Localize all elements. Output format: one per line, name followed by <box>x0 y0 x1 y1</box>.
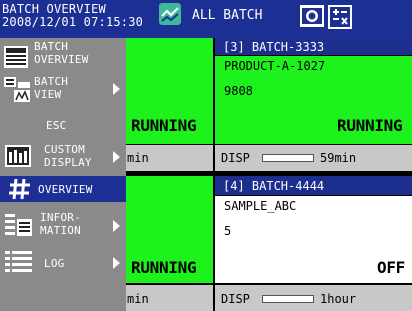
disp-value: 1hour <box>320 292 357 306</box>
mode-label: ALL BATCH <box>192 8 263 23</box>
camera-icon[interactable] <box>299 4 325 28</box>
menu-information-line1[interactable]: INFOR- <box>40 212 81 224</box>
custom-display-icon <box>4 142 32 170</box>
submenu-arrow-icon <box>113 257 120 269</box>
batch-header[interactable]: [4] BATCH-4444 <box>215 176 412 195</box>
menu-batch-view-line1[interactable]: BATCH <box>34 76 68 88</box>
math-status-icon[interactable] <box>327 4 353 30</box>
disp-value: 59min <box>320 151 357 165</box>
disp-label: DISP <box>221 151 250 165</box>
status-text: RUNNING <box>337 116 403 135</box>
all-batch-mode-icon <box>158 2 182 26</box>
batch-header[interactable]: [3] BATCH-3333 <box>215 38 412 55</box>
disp-progress-box <box>262 295 314 303</box>
information-icon <box>4 211 34 239</box>
batch-header-label: [3] BATCH-3333 <box>223 40 325 54</box>
menu-esc[interactable]: ESC <box>46 120 66 132</box>
menu-batch-view-line2[interactable]: VIEW <box>34 89 61 101</box>
hash-icon <box>8 178 32 200</box>
submenu-arrow-icon <box>113 220 120 232</box>
datetime: 2008/12/01 07:15:30 <box>2 15 144 29</box>
batch-number: 9808 <box>224 84 253 98</box>
menu-batch-overview-line1[interactable]: BATCH <box>34 41 68 53</box>
disp-label: DISP <box>221 292 250 306</box>
menu-batch-overview-line2[interactable]: OVERVIEW <box>34 54 89 66</box>
batch-number: 5 <box>224 224 232 238</box>
product-name: PRODUCT-A-1027 <box>224 59 326 73</box>
status-text: OFF <box>377 258 405 277</box>
disp-value: min <box>127 151 149 165</box>
status-bar: BATCH OVERVIEW 2008/12/01 07:15:30 ALL B… <box>0 0 412 38</box>
menu-log[interactable]: LOG <box>44 258 64 270</box>
status-text: RUNNING <box>131 116 197 135</box>
disp-value: min <box>127 292 149 306</box>
menu-information-line2[interactable]: MATION <box>40 225 81 237</box>
batch-view-icon <box>2 74 32 104</box>
log-icon <box>4 248 34 274</box>
submenu-arrow-icon <box>113 83 120 95</box>
product-name: SAMPLE_ABC <box>224 199 297 213</box>
menu-custom-display-line2[interactable]: DISPLAY <box>44 157 92 169</box>
batch-overview-icon <box>2 44 30 70</box>
menu-custom-display-line1[interactable]: CUSTOM <box>44 144 85 156</box>
batch-header-label: [4] BATCH-4444 <box>223 179 325 193</box>
disp-progress-box <box>262 154 314 162</box>
status-text: RUNNING <box>131 258 197 277</box>
menu-overview-label[interactable]: OVERVIEW <box>38 184 93 196</box>
submenu-arrow-icon <box>113 151 120 163</box>
